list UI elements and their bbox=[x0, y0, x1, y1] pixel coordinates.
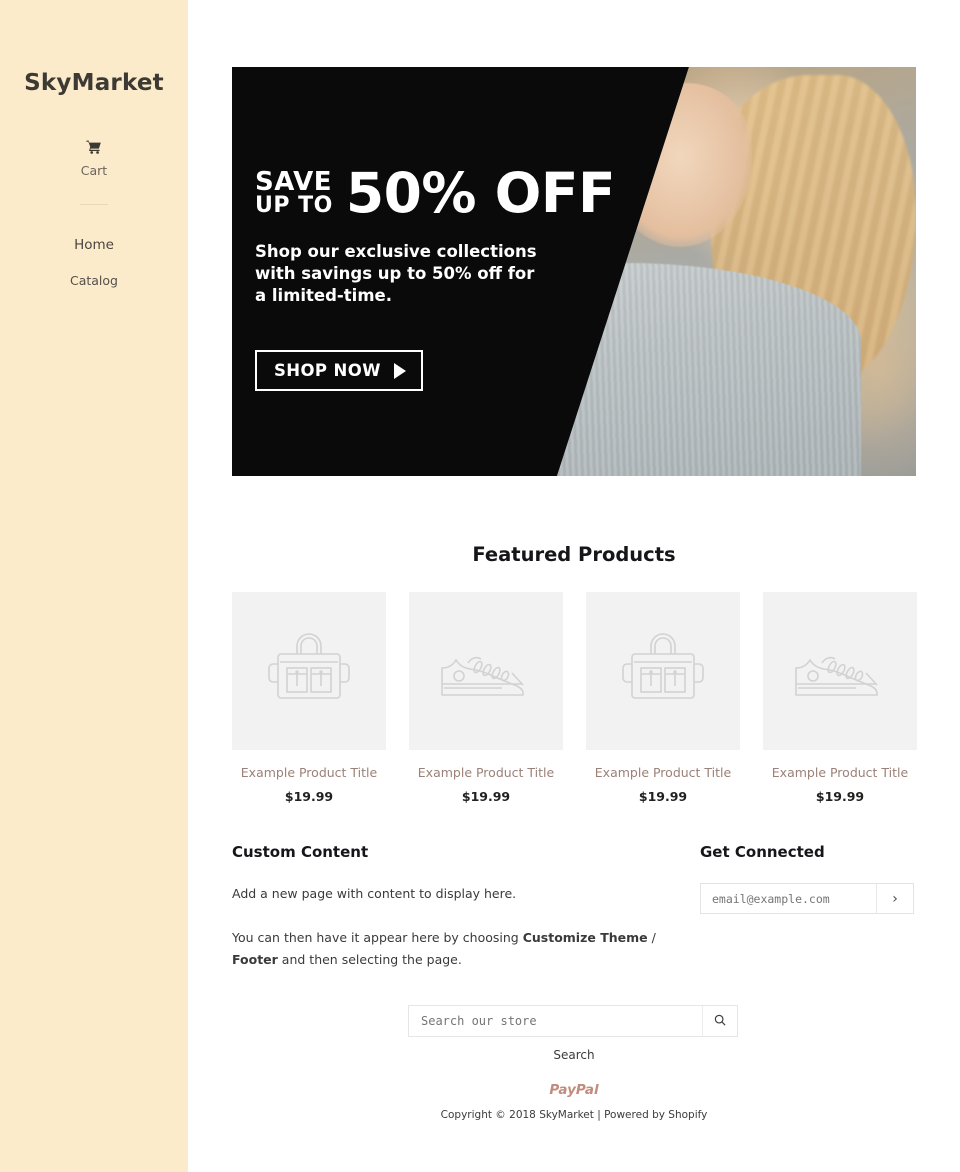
product-grid: Example Product Title $19.99 Example Pro… bbox=[232, 592, 960, 804]
sidebar: SkyMarket Cart Home Catalog bbox=[0, 0, 188, 1172]
get-connected-heading: Get Connected bbox=[700, 843, 825, 861]
cc-p2-post: and then selecting the page. bbox=[277, 951, 462, 967]
newsletter-form: › bbox=[700, 883, 914, 914]
search-submit-button[interactable] bbox=[702, 1006, 737, 1036]
copyright-text: Copyright © 2018 SkyMarket | Powered by … bbox=[440, 1109, 708, 1121]
paypal-logo: PayPal bbox=[549, 1082, 599, 1098]
hero-copy: SAVE UP TO 50% OFF Shop our exclusive co… bbox=[255, 161, 616, 392]
hero-banner[interactable]: SAVE UP TO 50% OFF Shop our exclusive co… bbox=[232, 67, 916, 476]
cart-label: Cart bbox=[80, 163, 108, 178]
shop-now-label: SHOP NOW bbox=[274, 361, 381, 381]
product-price: $19.99 bbox=[815, 789, 865, 804]
get-connected-section: Get Connected › bbox=[700, 843, 914, 914]
cc-p2-pre: You can then have it appear here by choo… bbox=[232, 929, 523, 945]
product-card[interactable]: Example Product Title $19.99 bbox=[586, 592, 740, 804]
product-thumbnail bbox=[409, 592, 563, 750]
shopping-cart-icon bbox=[86, 140, 102, 154]
shop-now-button[interactable]: SHOP NOW bbox=[255, 350, 423, 392]
product-card[interactable]: Example Product Title $19.99 bbox=[763, 592, 917, 804]
main-content: SAVE UP TO 50% OFF Shop our exclusive co… bbox=[188, 0, 960, 1172]
custom-content-paragraph-1: Add a new page with content to display h… bbox=[232, 886, 517, 901]
product-title: Example Product Title bbox=[594, 765, 732, 780]
custom-content-heading: Custom Content bbox=[232, 843, 369, 861]
sneaker-placeholder-icon bbox=[441, 656, 524, 696]
featured-products-heading: Featured Products bbox=[472, 543, 676, 566]
sneaker-placeholder-icon bbox=[795, 656, 878, 696]
search-input[interactable] bbox=[409, 1006, 702, 1036]
magnifier-icon bbox=[714, 1014, 726, 1029]
cc-p2-bold-footer: Footer bbox=[232, 951, 278, 967]
product-card[interactable]: Example Product Title $19.99 bbox=[232, 592, 386, 804]
sidebar-divider bbox=[80, 204, 108, 205]
product-title: Example Product Title bbox=[417, 765, 555, 780]
newsletter-submit-button[interactable]: › bbox=[876, 884, 913, 913]
cart-link[interactable]: Cart bbox=[0, 140, 188, 178]
product-title: Example Product Title bbox=[240, 765, 378, 780]
newsletter-email-input[interactable] bbox=[701, 884, 876, 913]
product-thumbnail bbox=[232, 592, 386, 750]
chevron-right-icon: › bbox=[892, 890, 898, 907]
cc-p2-bold-customize-theme: Customize Theme bbox=[522, 929, 648, 945]
hero-upto-word: UP TO bbox=[255, 193, 333, 219]
product-card[interactable]: Example Product Title $19.99 bbox=[409, 592, 563, 804]
product-thumbnail bbox=[763, 592, 917, 750]
custom-content-section: Custom Content Add a new page with conte… bbox=[232, 843, 672, 971]
bag-placeholder-icon bbox=[622, 633, 704, 699]
search-link[interactable]: Search bbox=[188, 1048, 960, 1062]
footer-search-form bbox=[408, 1005, 738, 1037]
product-title: Example Product Title bbox=[771, 765, 909, 780]
site-title: SkyMarket bbox=[24, 70, 164, 96]
cc-p2-mid: / bbox=[647, 929, 656, 945]
sidebar-nav: Home Catalog bbox=[0, 229, 188, 296]
hero-save-word: SAVE bbox=[255, 167, 332, 198]
hero-headline: SAVE UP TO 50% OFF bbox=[255, 161, 616, 225]
product-price: $19.99 bbox=[284, 789, 334, 804]
product-thumbnail bbox=[586, 592, 740, 750]
custom-content-paragraph-2: You can then have it appear here by choo… bbox=[232, 927, 672, 971]
play-triangle-icon bbox=[393, 362, 406, 379]
hero-subtext: Shop our exclusive collections with savi… bbox=[255, 242, 537, 306]
sidebar-item-home[interactable]: Home bbox=[0, 229, 188, 261]
bag-placeholder-icon bbox=[268, 633, 350, 699]
product-price: $19.99 bbox=[638, 789, 688, 804]
sidebar-item-catalog[interactable]: Catalog bbox=[0, 261, 188, 296]
hero-percent-off: 50% OFF bbox=[345, 161, 616, 225]
product-price: $19.99 bbox=[461, 789, 511, 804]
